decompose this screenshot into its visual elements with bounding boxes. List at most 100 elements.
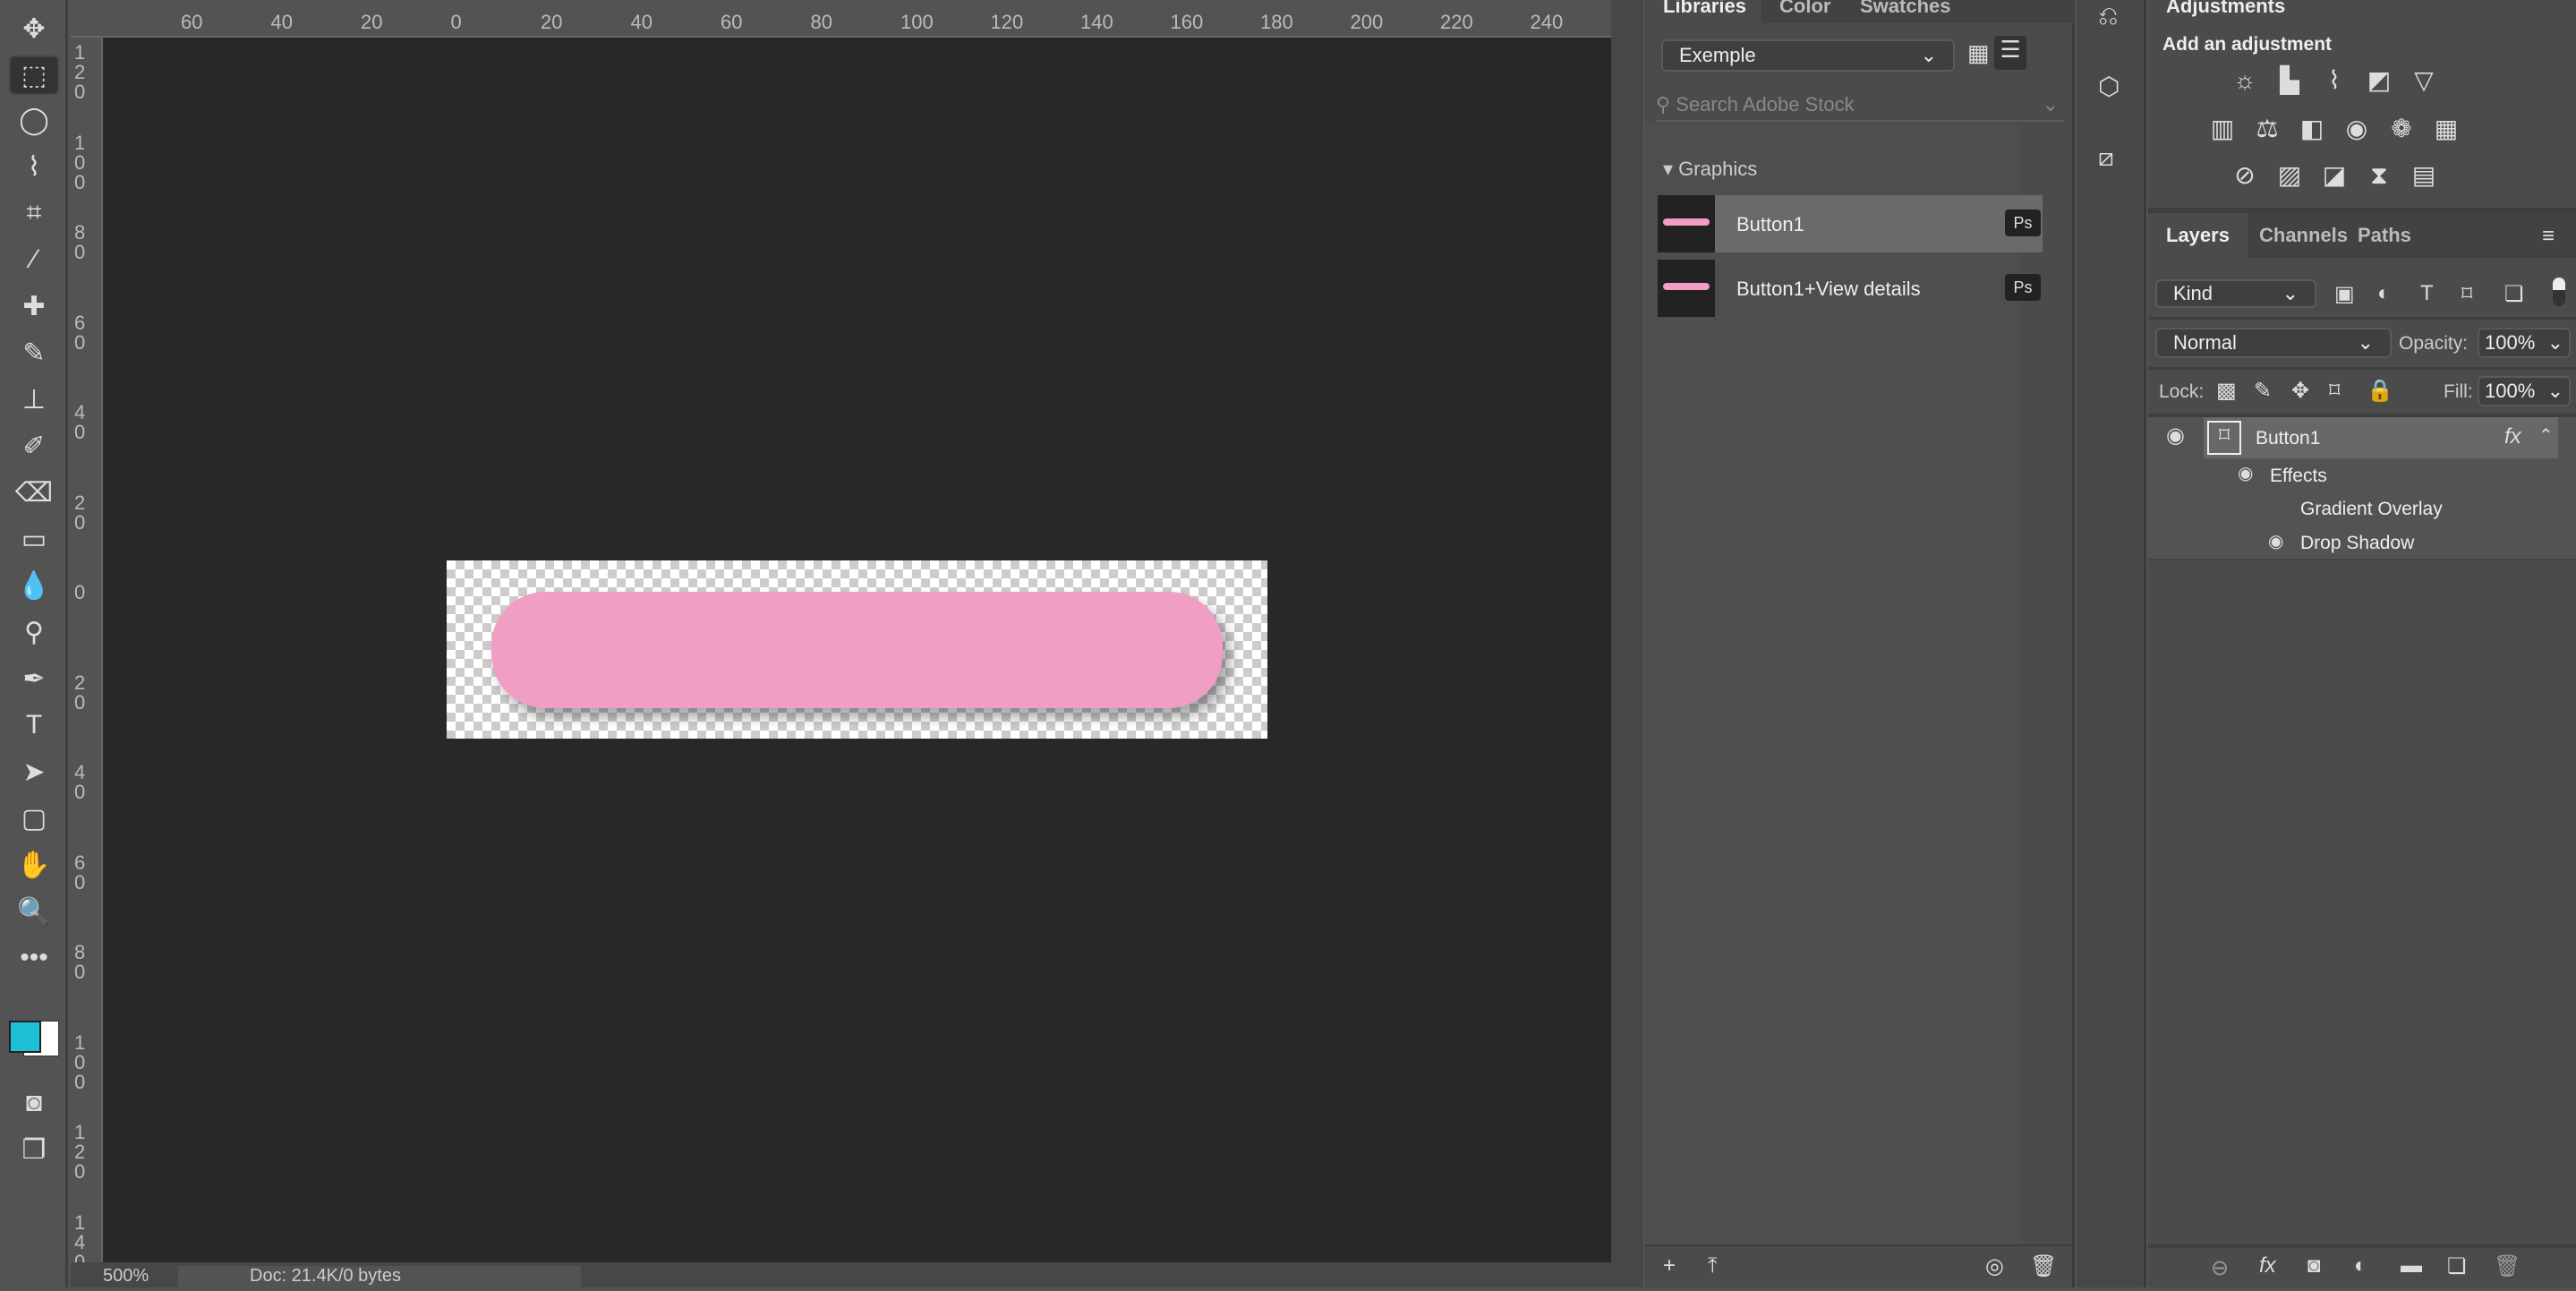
upload-icon[interactable]: ⤒ bbox=[1708, 1253, 1718, 1278]
path-selection-tool-icon[interactable]: ➤ bbox=[9, 752, 59, 791]
trash-icon[interactable]: 🗑 bbox=[2030, 1253, 2057, 1279]
tab-color[interactable]: Color bbox=[1761, 0, 1849, 23]
fx-indicator[interactable]: fx bbox=[2504, 424, 2521, 449]
visibility-eye-icon[interactable]: ◉ bbox=[2238, 462, 2253, 484]
add-icon[interactable]: + bbox=[1663, 1253, 1676, 1278]
vibrance-icon[interactable]: ▽ bbox=[2408, 64, 2440, 97]
stock-search-input[interactable]: ⚲ Search Adobe Stock ⌄ bbox=[1656, 93, 2064, 122]
marquee-tool-icon[interactable]: ⬚ bbox=[9, 56, 59, 95]
effect-drop-shadow[interactable]: Drop Shadow bbox=[2300, 533, 2414, 554]
filter-pixel-icon[interactable]: ▣ bbox=[2334, 281, 2355, 307]
tab-libraries[interactable]: Libraries bbox=[1645, 0, 1764, 23]
fill-field[interactable]: 100% ⌄ bbox=[2478, 376, 2571, 406]
pen-tool-icon[interactable]: ✒ bbox=[9, 659, 59, 698]
eraser-tool-icon[interactable]: ⌫ bbox=[9, 473, 59, 512]
invert-icon[interactable]: ⊘ bbox=[2229, 159, 2261, 192]
tab-adjustments[interactable]: Adjustments bbox=[2148, 0, 2304, 23]
dodge-tool-icon[interactable]: ⚲ bbox=[9, 612, 59, 652]
list-view-icon[interactable]: ☰ bbox=[1994, 36, 2026, 70]
delete-layer-icon[interactable]: 🗑 bbox=[2494, 1253, 2521, 1279]
lock-transparent-icon[interactable]: ▩ bbox=[2216, 378, 2237, 404]
tab-layers[interactable]: Layers bbox=[2148, 213, 2248, 258]
eyedropper-tool-icon[interactable]: ⁄ bbox=[9, 240, 59, 279]
threshold-icon[interactable]: ◪ bbox=[2318, 159, 2350, 192]
library-item[interactable]: Button1 Ps bbox=[1658, 195, 2043, 252]
crop-tool-icon[interactable]: ⌗ bbox=[9, 193, 59, 233]
more-tools-icon[interactable]: ••• bbox=[9, 938, 59, 978]
library-item[interactable]: Button1+View details Ps bbox=[1658, 260, 2043, 317]
new-layer-icon[interactable]: ❏ bbox=[2447, 1253, 2467, 1279]
grid-view-icon[interactable]: ▦ bbox=[1967, 39, 1990, 67]
color-lookup-icon[interactable]: ▦ bbox=[2430, 113, 2462, 145]
collapse-effects-icon[interactable]: ⌃ bbox=[2538, 424, 2554, 447]
layer-row-button1[interactable]: ⌑ Button1 fx ⌃ bbox=[2204, 417, 2558, 458]
creative-cloud-icon[interactable]: ◎ bbox=[1985, 1253, 2004, 1279]
tab-paths[interactable]: Paths bbox=[2340, 213, 2429, 258]
channel-mixer-icon[interactable]: ❁ bbox=[2385, 113, 2418, 145]
black-white-icon[interactable]: ◧ bbox=[2296, 113, 2328, 145]
color-balance-icon[interactable]: ⚖ bbox=[2251, 113, 2283, 145]
shape-layer-thumbnail-icon: ⌑ bbox=[2207, 421, 2241, 455]
filter-toggle[interactable] bbox=[2553, 278, 2565, 306]
gradient-map-icon[interactable]: ▤ bbox=[2408, 159, 2440, 192]
blur-tool-icon[interactable]: 💧 bbox=[9, 566, 59, 605]
link-layers-icon[interactable]: ⊖ bbox=[2211, 1255, 2229, 1281]
panel-menu-icon[interactable]: ≡ bbox=[2542, 224, 2555, 249]
lasso-tool-icon[interactable]: ◯ bbox=[9, 100, 59, 140]
transform-icon[interactable]: ⧄ bbox=[2098, 143, 2114, 173]
rectangle-tool-icon[interactable]: ▢ bbox=[9, 799, 59, 838]
history-icon[interactable]: ⎌ bbox=[2098, 2, 2118, 31]
posterize-icon[interactable]: ▨ bbox=[2273, 159, 2306, 192]
visibility-eye-icon[interactable]: ◉ bbox=[2166, 423, 2185, 449]
tab-swatches[interactable]: Swatches bbox=[1842, 0, 1967, 23]
lock-all-icon[interactable]: 🔒 bbox=[2367, 378, 2393, 404]
history-brush-tool-icon[interactable]: ✐ bbox=[9, 426, 59, 466]
filter-type-icon[interactable]: T bbox=[2420, 281, 2434, 306]
pink-button-shape[interactable] bbox=[491, 592, 1223, 708]
quick-mask-icon[interactable]: ◙ bbox=[9, 1083, 59, 1123]
new-group-icon[interactable]: ▬ bbox=[2401, 1253, 2422, 1278]
ruler-tick-label: 60 bbox=[74, 311, 86, 354]
hand-tool-icon[interactable]: ✋ bbox=[9, 845, 59, 885]
brightness-contrast-icon[interactable]: ☼ bbox=[2229, 64, 2261, 97]
panel-gutter bbox=[1611, 0, 1643, 1287]
graphics-section-header[interactable]: ▾ Graphics bbox=[1663, 158, 1757, 181]
healing-brush-tool-icon[interactable]: ✚ bbox=[9, 286, 59, 326]
clone-stamp-tool-icon[interactable]: ⊥ bbox=[9, 380, 59, 419]
blend-mode-dropdown[interactable]: Normal ⌄ bbox=[2155, 328, 2392, 358]
screen-mode-icon[interactable]: ❐ bbox=[9, 1130, 59, 1169]
type-tool-icon[interactable]: T bbox=[9, 705, 59, 745]
curves-icon[interactable]: ⌇ bbox=[2318, 64, 2350, 97]
blend-mode: Normal bbox=[2173, 331, 2237, 354]
gradient-tool-icon[interactable]: ▭ bbox=[9, 519, 59, 559]
lock-artboard-icon[interactable]: ⌑ bbox=[2329, 378, 2340, 404]
library-dropdown[interactable]: Exemple ⌄ bbox=[1661, 39, 1955, 72]
levels-icon[interactable]: ▙ bbox=[2273, 64, 2306, 97]
exposure-icon[interactable]: ◩ bbox=[2363, 64, 2395, 97]
move-tool-icon[interactable]: ✥ bbox=[9, 9, 59, 48]
filter-smart-object-icon[interactable]: ❏ bbox=[2504, 281, 2524, 307]
filter-adjustment-icon[interactable]: ◐ bbox=[2377, 281, 2391, 306]
filter-shape-icon[interactable]: ⌑ bbox=[2461, 281, 2472, 307]
photo-filter-icon[interactable]: ◉ bbox=[2341, 113, 2373, 145]
effect-gradient-overlay[interactable]: Gradient Overlay bbox=[2300, 499, 2443, 520]
layer-filter-dropdown[interactable]: Kind ⌄ bbox=[2155, 279, 2316, 308]
document-canvas[interactable] bbox=[447, 560, 1267, 739]
brush-tool-icon[interactable]: ✎ bbox=[9, 333, 59, 372]
3d-icon[interactable]: ⬡ bbox=[2098, 72, 2120, 101]
opacity-field[interactable]: 100% ⌄ bbox=[2478, 328, 2571, 358]
lock-position-icon[interactable]: ✥ bbox=[2291, 378, 2309, 404]
visibility-eye-icon[interactable]: ◉ bbox=[2268, 530, 2283, 552]
hue-saturation-icon[interactable]: ▥ bbox=[2206, 113, 2239, 145]
foreground-color-swatch[interactable] bbox=[9, 1021, 41, 1053]
effects-label[interactable]: Effects bbox=[2270, 466, 2327, 487]
zoom-level[interactable]: 500% bbox=[103, 1266, 149, 1287]
new-adjustment-icon[interactable]: ◐ bbox=[2354, 1253, 2367, 1278]
quick-selection-tool-icon[interactable]: ⌇ bbox=[9, 147, 59, 186]
lock-image-icon[interactable]: ✎ bbox=[2254, 378, 2272, 404]
zoom-tool-icon[interactable]: 🔍 bbox=[9, 892, 59, 931]
selective-color-icon[interactable]: ⧗ bbox=[2363, 159, 2395, 192]
add-mask-icon[interactable]: ◙ bbox=[2307, 1253, 2321, 1278]
ruler-tick-label: 240 bbox=[1530, 11, 1564, 33]
add-style-icon[interactable]: fx bbox=[2259, 1253, 2276, 1278]
